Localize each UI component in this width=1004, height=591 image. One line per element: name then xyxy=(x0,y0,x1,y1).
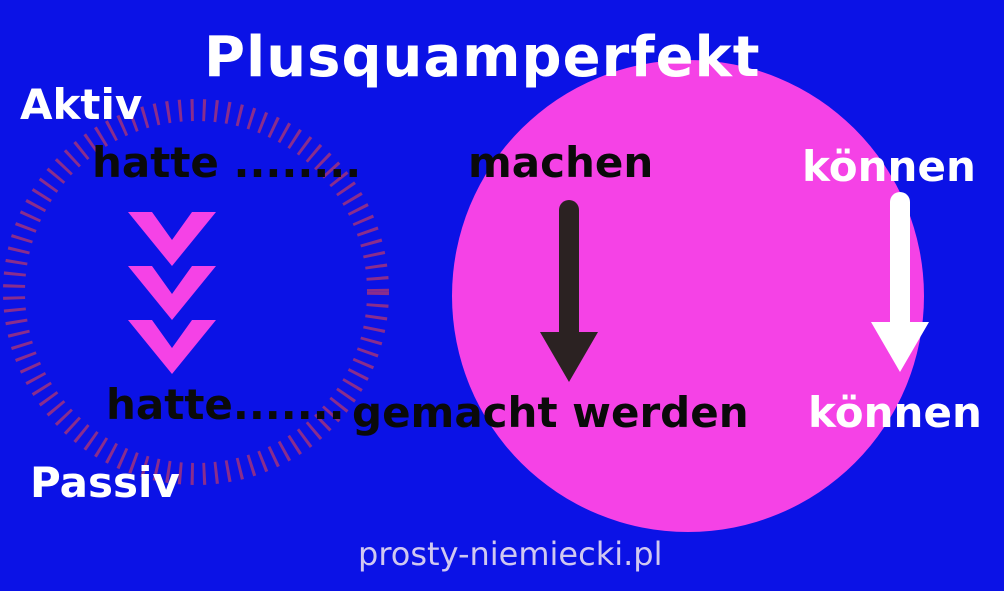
chevron-down-icon xyxy=(128,266,216,320)
verb-machen-passive: gemacht werden xyxy=(352,388,749,437)
pink-circle xyxy=(452,60,924,532)
page-title: Plusquamperfekt xyxy=(204,25,761,90)
passiv-auxiliary-text: hatte....... xyxy=(106,380,345,429)
chevron-down-icon xyxy=(128,212,216,266)
aktiv-label: Aktiv xyxy=(20,80,143,129)
chevron-down-icon xyxy=(128,320,216,374)
passiv-label: Passiv xyxy=(30,458,180,507)
verb-konnen-passive: können xyxy=(808,388,982,437)
verb-konnen-infinitive: können xyxy=(802,142,976,191)
infographic-canvas: Plusquamperfekt Aktiv Passiv hatte .....… xyxy=(0,0,1004,591)
footer-site-name: prosty-niemiecki.pl xyxy=(358,535,663,573)
aktiv-auxiliary-text: hatte ........ xyxy=(92,138,362,187)
verb-machen-infinitive: machen xyxy=(468,138,654,187)
